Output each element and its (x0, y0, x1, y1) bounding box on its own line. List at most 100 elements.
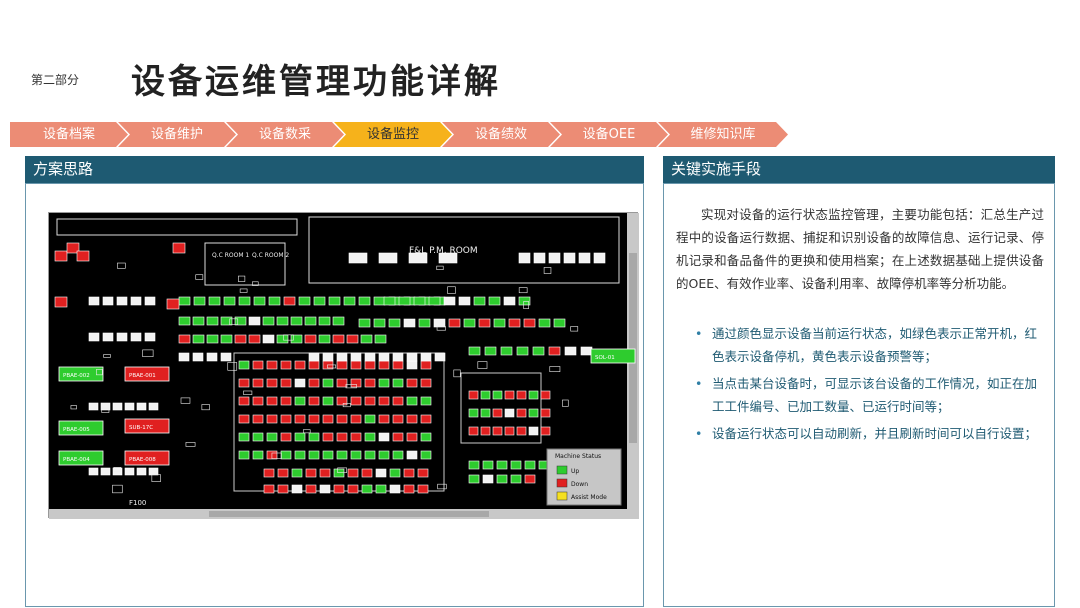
machine-status-box[interactable] (364, 352, 376, 362)
machine-status-box[interactable] (504, 390, 515, 400)
machine-status-box[interactable] (305, 468, 317, 478)
machine-status-box[interactable] (468, 408, 479, 418)
machine-status-box[interactable] (322, 396, 334, 406)
machine-status-box[interactable] (294, 432, 306, 442)
machine-status-box[interactable] (443, 296, 456, 306)
machine-status-box[interactable] (488, 296, 501, 306)
machine-status-box[interactable] (283, 296, 296, 306)
machine-status-box[interactable] (130, 332, 142, 342)
machine-status-box[interactable] (336, 432, 348, 442)
machine-status-box[interactable] (220, 352, 232, 362)
machine-status-box[interactable] (192, 334, 205, 344)
machine-status-box[interactable] (434, 352, 446, 362)
machine-status-box[interactable] (322, 414, 334, 424)
machine-status-box[interactable] (252, 450, 264, 460)
vertical-scroll-thumb[interactable] (629, 253, 637, 443)
machine-status-box[interactable] (478, 318, 491, 328)
machine-status-box[interactable] (206, 334, 219, 344)
machine-status-box[interactable] (277, 484, 289, 494)
machine-status-box[interactable] (406, 414, 418, 424)
machine-status-box[interactable] (480, 390, 491, 400)
machine-status-box[interactable] (124, 402, 135, 411)
machine-status-box[interactable] (548, 252, 561, 264)
machine-status-box[interactable] (528, 390, 539, 400)
machine-status-box[interactable] (492, 390, 503, 400)
machine-status-box[interactable] (280, 378, 292, 388)
machine-status-box[interactable] (136, 467, 147, 476)
machine-status-box[interactable] (238, 450, 250, 460)
machine-status-box[interactable] (373, 318, 386, 328)
machine-status-box[interactable] (322, 352, 334, 362)
machine-status-box[interactable] (308, 352, 320, 362)
machine-status-box[interactable] (208, 296, 221, 306)
machine-status-box[interactable] (532, 346, 545, 356)
machine-status-box[interactable] (332, 334, 345, 344)
machine-status-box[interactable] (378, 432, 390, 442)
machine-status-box[interactable] (294, 360, 306, 370)
machine-status-box[interactable] (417, 468, 429, 478)
machine-status-box[interactable] (291, 468, 303, 478)
machine-status-box[interactable] (100, 402, 111, 411)
machine-status-box[interactable] (378, 396, 390, 406)
machine-status-box[interactable] (378, 450, 390, 460)
machine-status-box[interactable] (252, 396, 264, 406)
machine-status-box[interactable] (480, 426, 491, 436)
machine-status-box[interactable] (516, 390, 527, 400)
machine-status-box[interactable] (88, 467, 99, 476)
machine-status-box[interactable] (580, 346, 593, 356)
machine-status-box[interactable] (336, 450, 348, 460)
machine-status-box[interactable] (238, 378, 250, 388)
machine-status-box[interactable] (473, 296, 486, 306)
machine-status-box[interactable] (238, 296, 251, 306)
machine-status-box[interactable] (308, 378, 320, 388)
machine-status-box[interactable] (294, 414, 306, 424)
machine-status-box[interactable] (540, 408, 551, 418)
machine-status-box[interactable] (304, 334, 317, 344)
machine-status-box[interactable] (493, 318, 506, 328)
machine-status-box[interactable] (322, 432, 334, 442)
machine-status-box[interactable] (392, 414, 404, 424)
machine-status-box[interactable] (350, 414, 362, 424)
machine-status-box[interactable] (266, 360, 278, 370)
machine-status-box[interactable] (348, 252, 368, 264)
machine-status-box[interactable] (433, 318, 446, 328)
machine-status-box[interactable] (148, 402, 159, 411)
machine-status-box[interactable] (378, 360, 390, 370)
machine-status-box[interactable] (263, 484, 275, 494)
machine-status-box[interactable] (518, 296, 531, 306)
machine-status-box[interactable] (322, 378, 334, 388)
machine-status-box[interactable] (578, 252, 591, 264)
machine-status-box[interactable] (308, 450, 320, 460)
machine-status-box[interactable] (420, 352, 432, 362)
machine-status-box[interactable] (223, 296, 236, 306)
machine-status-box[interactable] (508, 318, 521, 328)
machine-status-box[interactable] (548, 346, 561, 356)
machine-status-box[interactable] (178, 334, 191, 344)
machine-status-box[interactable] (389, 484, 401, 494)
machine-status-box[interactable] (364, 378, 376, 388)
machine-status-box[interactable] (593, 252, 606, 264)
machine-status-box[interactable] (510, 460, 522, 470)
machine-status-box[interactable] (276, 316, 289, 326)
machine-status-box[interactable] (417, 484, 429, 494)
machine-status-box[interactable] (500, 346, 513, 356)
machine-status-box[interactable] (350, 352, 362, 362)
machine-status-box[interactable] (253, 296, 266, 306)
machine-status-box[interactable] (418, 318, 431, 328)
machine-status-box[interactable] (420, 396, 432, 406)
machine-status-box[interactable] (389, 468, 401, 478)
machine-status-box[interactable] (428, 296, 441, 306)
machine-status-box[interactable] (318, 316, 331, 326)
machine-status-box[interactable] (504, 408, 515, 418)
machine-status-box[interactable] (280, 360, 292, 370)
machine-status-box[interactable] (238, 414, 250, 424)
machine-status-box[interactable] (406, 378, 418, 388)
machine-status-box[interactable] (178, 352, 190, 362)
machine-status-box[interactable] (358, 318, 371, 328)
machine-status-box[interactable] (516, 408, 527, 418)
machine-status-box[interactable] (238, 432, 250, 442)
machine-status-box[interactable] (364, 360, 376, 370)
machine-status-box[interactable] (102, 296, 114, 306)
machine-status-box[interactable] (336, 360, 348, 370)
machine-status-box[interactable] (88, 296, 100, 306)
